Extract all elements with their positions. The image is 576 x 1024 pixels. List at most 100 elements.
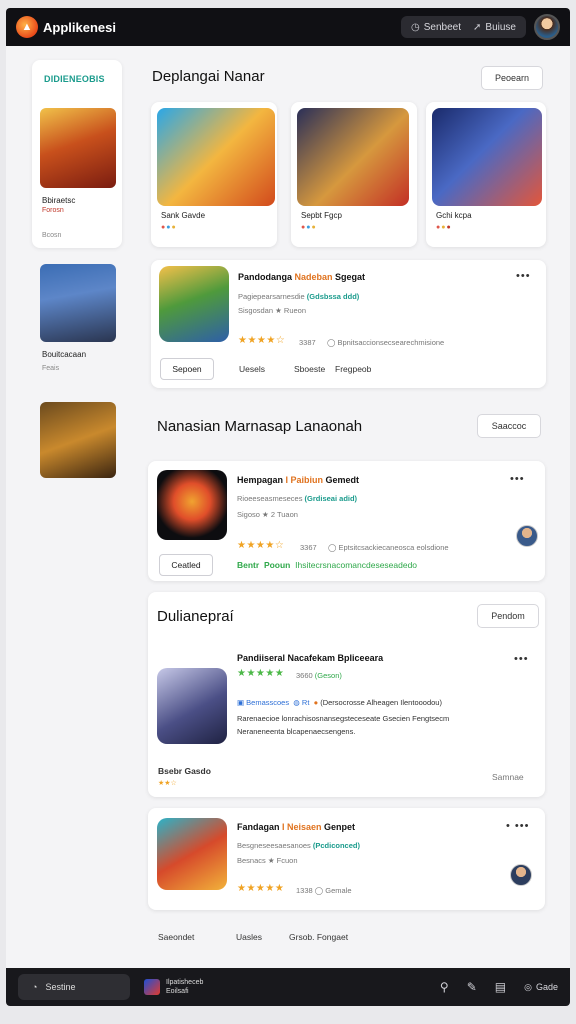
app-row-2-title: Hempagan I Paibiun Gemedt: [237, 475, 360, 485]
featured-card-3-name: Gchi kcpa: [436, 211, 472, 220]
app-row-1-link-1[interactable]: Uesels: [239, 364, 265, 374]
sidebar-item-2-thumbnail[interactable]: [40, 264, 116, 342]
bottom-app[interactable]: Ilpatisheceb Eoilsafi: [144, 978, 203, 996]
app-logo-icon: ▲: [16, 16, 38, 38]
app-row-1-rating: 3387: [299, 338, 316, 347]
footer-link-2[interactable]: Uasles: [236, 932, 262, 942]
app-row-4-stars: ★★★★★: [237, 883, 285, 894]
featured-card-2-dots: ●●●: [301, 224, 317, 231]
featured-card-3-dots: ●●●: [436, 224, 452, 231]
bottom-last-button[interactable]: ◎ Gade: [524, 982, 558, 993]
app-row-2-meta: ◯ Eptsitcsackiecaneosca eolsdione: [328, 543, 449, 552]
featured-card-2[interactable]: Sepbt Fgcp ●●●: [291, 102, 417, 247]
section-1-title: Deplangai Nanar: [152, 68, 265, 85]
app-row-2-more-icon[interactable]: •••: [510, 473, 525, 485]
sidebar-item-2-title: Bouitcacaan: [42, 350, 87, 359]
bottom-icons: ⚲ ✎ ▤ ◎ Gade: [440, 980, 558, 994]
app-row-4-line2: Besnacs ★ Fcuon: [237, 856, 298, 865]
footer-link-1[interactable]: Saeondet: [158, 932, 194, 942]
app-row-4-icon: [157, 818, 227, 890]
app-row-4-rating: 1338 ◯ Gemale: [296, 886, 352, 895]
magnifier-icon[interactable]: ⚲: [440, 980, 449, 994]
bottom-app-text: Ilpatisheceb Eoilsafi: [166, 979, 204, 995]
app-row-1-link-3[interactable]: Fregpeob: [335, 364, 371, 374]
section-2-button[interactable]: Saaccoc: [477, 414, 541, 438]
app-row-3-tags: ▣ Bemasscoes ◍ Rt ● (Dersocrosse Alheage…: [237, 698, 442, 707]
app-row-1-more-icon[interactable]: •••: [516, 270, 531, 282]
sidebar-item-1-title: Bbiraetsc: [42, 196, 76, 205]
app-row-1[interactable]: Pandodanga Nadeban Sgegat Pagiepearsarne…: [151, 260, 546, 388]
section-2-title: Nanasian Marnasap Lanaonah: [157, 418, 363, 435]
app-row-1-line2: Sisgosdan ★ Rueon: [238, 306, 307, 315]
bottom-bar: ◔ Sestine Ilpatisheceb Eoilsafi ⚲ ✎ ▤ ◎ …: [6, 968, 570, 1006]
app-row-2-line2: Sigoso ★ 2 Tuaon: [237, 510, 298, 519]
app-name: Applikenesi: [43, 19, 116, 35]
section-3-button[interactable]: Pendom: [477, 604, 539, 628]
top-button-2[interactable]: ➚ Buiuse: [473, 22, 516, 33]
featured-card-2-name: Sepbt Fgcp: [301, 211, 342, 220]
app-row-3-more-icon[interactable]: •••: [514, 653, 529, 665]
app-row-3-desc-2: Neraneneenta blcapenaecsengens.: [237, 727, 356, 736]
section-3-title: Dulianepraí: [157, 608, 234, 625]
app-row-1-meta: ◯ Bpnitsaccionsecsearechmisione: [327, 338, 445, 347]
featured-card-3-image: [432, 108, 542, 206]
top-button-1-label: Senbeet: [423, 21, 462, 33]
app-row-4[interactable]: Fandagan I Neisaen Genpet Besgneseesaesa…: [148, 808, 545, 910]
bottom-search[interactable]: ◔ Sestine: [18, 974, 130, 1000]
app-row-1-title: Pandodanga Nadeban Sgegat: [238, 272, 366, 282]
app-icon: [144, 979, 160, 995]
app-row-3-icon[interactable]: [157, 668, 227, 744]
app-row-2-button[interactable]: Ceatled: [159, 554, 213, 576]
featured-card-3[interactable]: Gchi kcpa ●●●: [426, 102, 546, 247]
app-row-2-icon: [157, 470, 227, 540]
app-row-1-line1: Pagiepearsarnesdie (Gdsbssa ddd): [238, 292, 360, 301]
top-button-1[interactable]: ◷ Senbeet: [411, 22, 461, 33]
app-row-2[interactable]: Hempagan I Paibiun Gemedt Rioeeseasmesec…: [148, 461, 545, 581]
sidebar-item-1-sub: Forosn: [42, 207, 64, 214]
top-actions: ◷ Senbeet ➚ Buiuse: [401, 16, 526, 38]
user-avatar[interactable]: [534, 14, 560, 40]
clock-icon: ◷: [411, 21, 420, 33]
app-row-1-stars: ★★★★☆: [238, 335, 286, 346]
app-window: ▲ Applikenesi ◷ Senbeet ➚ Buiuse DIDIENE…: [6, 8, 570, 1006]
sidebar-item-3-thumbnail[interactable]: [40, 402, 116, 478]
pen-icon[interactable]: ✎: [467, 980, 477, 994]
sidebar-item-2-sub: Feais: [42, 365, 60, 372]
app-row-2-line1: Rioeeseasmeseces (Grdiseai adid): [237, 494, 358, 503]
app-row-2-rating: 3367: [300, 543, 317, 552]
app-row-3-stars: ★★★★★: [237, 668, 285, 679]
section-1-button[interactable]: Peoearn: [481, 66, 543, 90]
bottom-search-label: Sestine: [45, 982, 76, 992]
footer-link-3[interactable]: Grsob. Fongaet: [289, 932, 348, 942]
app-row-1-button[interactable]: Sepoen: [160, 358, 214, 380]
app-row-3-footer-title: Bsebr Gasdo: [158, 766, 211, 776]
app-row-1-icon: [159, 266, 229, 342]
app-row-3-desc-1: Rarenaecioe lonrachisosnansegsteceseate …: [237, 714, 450, 723]
app-row-2-avatar: [516, 525, 538, 547]
gallery-icon[interactable]: ▤: [495, 980, 506, 994]
app-row-2-stars: ★★★★☆: [237, 540, 285, 551]
app-row-4-title: Fandagan I Neisaen Genpet: [237, 822, 356, 832]
app-row-3-title: Pandiiseral Nacafekam Bpliceeara: [237, 653, 384, 663]
app-row-2-status: Bentr Pooun Ihsitecrsnacomancdeseseadedo: [237, 560, 418, 570]
sidebar-item-1-thumbnail[interactable]: [40, 108, 116, 188]
featured-card-1-dots: ●●●: [161, 224, 177, 231]
app-row-4-avatar: [510, 864, 532, 886]
app-row-4-line1: Besgneseesaesanoes (Pcdiconced): [237, 841, 360, 850]
sidebar-item-1-extra: Bcosn: [42, 232, 62, 239]
sidebar-heading: DIDIENEOBIS: [44, 74, 105, 84]
featured-card-1[interactable]: Sank Gavde ●●●: [151, 102, 277, 247]
top-bar: ▲ Applikenesi ◷ Senbeet ➚ Buiuse: [6, 8, 570, 46]
bottom-last-label: Gade: [535, 982, 558, 992]
featured-card-1-image: [157, 108, 275, 206]
top-button-2-label: Buiuse: [485, 21, 516, 33]
featured-card-1-name: Sank Gavde: [161, 211, 206, 220]
app-row-3-footer-stars: ★★☆: [158, 780, 177, 787]
search-icon: ◔: [32, 982, 38, 992]
rocket-icon: ➚: [473, 21, 482, 33]
featured-card-2-image: [297, 108, 409, 206]
app-row-4-more-icon[interactable]: • •••: [506, 820, 529, 832]
circle-icon: ◎: [524, 981, 532, 992]
app-row-1-link-2[interactable]: Sboeste: [294, 364, 325, 374]
app-row-3-footer-link[interactable]: Samnae: [492, 772, 524, 782]
